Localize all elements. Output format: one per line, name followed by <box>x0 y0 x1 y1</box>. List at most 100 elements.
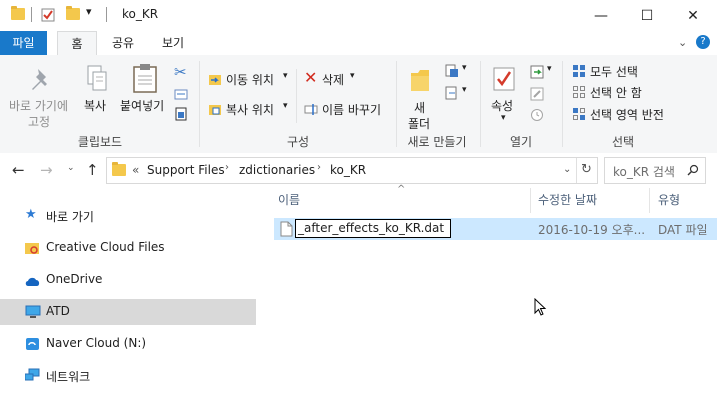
breadcrumb-zdictionaries[interactable]: zdictionaries <box>239 163 315 177</box>
new-folder-icon[interactable] <box>66 6 80 20</box>
naver-cloud-icon <box>26 338 39 350</box>
pin-icon <box>32 69 47 90</box>
nav-item-creative-cloud[interactable]: Creative Cloud Files <box>0 235 256 261</box>
tab-home[interactable]: 홈 <box>57 31 97 56</box>
new-folder-large-icon <box>411 70 429 91</box>
select-none-button[interactable]: 선택 안 함 <box>590 84 642 101</box>
address-bar[interactable]: « Support Files › zdictionaries › ko_KR … <box>106 157 598 184</box>
nav-item-atd[interactable]: ATD <box>0 299 256 325</box>
open-group-label: 열기 <box>509 135 533 149</box>
breadcrumb-separator-icon[interactable]: › <box>317 162 321 173</box>
paste-button[interactable]: 붙여넣기 <box>120 97 164 114</box>
copy-icon <box>87 65 107 91</box>
easy-access-icon[interactable] <box>445 86 459 100</box>
invert-selection-icon <box>573 108 585 120</box>
close-button[interactable]: ✕ <box>670 0 716 31</box>
address-row: ← → ⌄ ↑ « Support Files › zdictionaries … <box>0 153 717 188</box>
pin-quick-access-label[interactable]: 바로 가기에 <box>9 97 68 114</box>
move-to-icon <box>209 75 221 85</box>
invert-selection-button[interactable]: 선택 영역 반전 <box>590 106 664 123</box>
tab-view[interactable]: 보기 <box>153 31 193 55</box>
open-icon[interactable] <box>530 65 544 79</box>
cloud-icon <box>25 277 40 286</box>
select-group-label: 선택 <box>611 135 635 149</box>
cut-icon[interactable]: ✂ <box>174 63 187 81</box>
nav-label: OneDrive <box>46 272 103 286</box>
column-header-modified[interactable]: 수정한 날짜 <box>538 188 597 213</box>
column-divider[interactable] <box>530 188 531 213</box>
forward-arrow-icon[interactable]: → <box>40 161 53 179</box>
nav-item-onedrive[interactable]: OneDrive <box>0 267 256 293</box>
group-divider <box>199 61 200 147</box>
copy-to-icon <box>209 105 221 115</box>
copy-path-icon[interactable] <box>174 87 188 101</box>
breadcrumb-overflow[interactable]: « <box>132 163 139 177</box>
new-folder-button-line2[interactable]: 폴더 <box>408 115 430 132</box>
table-row[interactable]: _after_effects_ko_KR.dat 2016-10-19 오후..… <box>274 218 717 240</box>
search-input[interactable]: ko_KR 검색 <box>613 163 675 180</box>
breadcrumb-support-files[interactable]: Support Files <box>147 163 225 177</box>
history-icon[interactable] <box>530 108 544 122</box>
maximize-button[interactable]: ☐ <box>624 0 670 31</box>
clipboard-group-label: 클립보드 <box>77 135 123 149</box>
edit-icon[interactable] <box>530 87 544 101</box>
nav-item-network[interactable]: 네트워크 <box>0 363 256 389</box>
new-item-icon[interactable] <box>445 64 459 78</box>
title-bar: ▾ ko_KR — ☐ ✕ <box>0 0 717 31</box>
ribbon-tabs: 파일 홈 공유 보기 ⌄ ? <box>0 31 717 56</box>
properties-button[interactable]: 속성 <box>491 97 513 114</box>
help-icon[interactable]: ? <box>696 35 710 49</box>
column-divider[interactable] <box>649 188 650 213</box>
properties-dropdown-icon[interactable]: ▾ <box>501 113 506 123</box>
up-arrow-icon[interactable]: ↑ <box>86 161 99 179</box>
new-item-dropdown-icon[interactable]: ▾ <box>462 63 467 73</box>
paste-shortcut-icon[interactable] <box>174 107 188 121</box>
minimize-button[interactable]: — <box>578 0 624 31</box>
back-arrow-icon[interactable]: ← <box>12 161 25 179</box>
nav-item-quick-access[interactable]: ★ 바로 가기 <box>0 203 256 229</box>
copy-to-dropdown-icon[interactable]: ▾ <box>283 101 288 111</box>
tab-file[interactable]: 파일 <box>0 31 47 55</box>
search-box[interactable]: ko_KR 검색 <box>604 157 706 184</box>
quick-access-dropdown-icon[interactable]: ▾ <box>86 5 92 18</box>
rename-button[interactable]: 이름 바꾸기 <box>322 101 381 118</box>
group-divider <box>562 61 563 147</box>
move-to-dropdown-icon[interactable]: ▾ <box>283 71 288 81</box>
nav-label: ATD <box>46 304 70 318</box>
breadcrumb-ko-kr[interactable]: ko_KR <box>330 163 366 177</box>
properties-checkmark-icon[interactable] <box>41 7 55 22</box>
refresh-icon[interactable]: ↻ <box>581 162 592 177</box>
delete-icon: ✕ <box>304 68 318 87</box>
delete-dropdown-icon[interactable]: ▾ <box>350 71 355 81</box>
nav-label: Creative Cloud Files <box>46 240 165 254</box>
nav-item-naver-cloud[interactable]: Naver Cloud (N:) <box>0 331 256 357</box>
file-name[interactable]: _after_effects_ko_KR.dat <box>298 221 444 235</box>
divider <box>31 7 32 22</box>
new-folder-button[interactable]: 새 <box>414 99 425 116</box>
open-dropdown-icon[interactable]: ▾ <box>547 64 552 74</box>
select-none-icon <box>573 86 585 98</box>
copy-button[interactable]: 복사 <box>84 97 106 114</box>
new-group-label: 새로 만들기 <box>407 135 467 149</box>
move-to-button[interactable]: 이동 위치 <box>226 71 274 88</box>
column-header-name[interactable]: 이름 <box>278 188 300 213</box>
tab-share[interactable]: 공유 <box>103 31 143 55</box>
mouse-pointer-icon <box>534 298 547 316</box>
easy-access-dropdown-icon[interactable]: ▾ <box>462 85 467 95</box>
divider <box>296 69 297 123</box>
divider <box>106 7 107 22</box>
column-header-type[interactable]: 유형 <box>658 188 680 213</box>
breadcrumb-separator-icon[interactable]: › <box>225 162 229 173</box>
computer-icon <box>25 305 41 318</box>
rename-input[interactable]: _after_effects_ko_KR.dat <box>295 219 451 238</box>
address-dropdown-icon[interactable]: ⌄ <box>563 164 571 175</box>
pin-quick-access-label-2[interactable]: 고정 <box>28 113 50 130</box>
file-icon <box>280 221 293 237</box>
ribbon-expand-icon[interactable]: ⌄ <box>678 36 687 49</box>
file-type: DAT 파일 <box>658 223 708 237</box>
delete-button[interactable]: 삭제 <box>322 71 344 88</box>
nav-label: 네트워크 <box>46 370 91 384</box>
select-all-button[interactable]: 모두 선택 <box>590 63 638 80</box>
copy-to-button[interactable]: 복사 위치 <box>226 101 274 118</box>
recent-locations-chevron-icon[interactable]: ⌄ <box>67 163 75 173</box>
